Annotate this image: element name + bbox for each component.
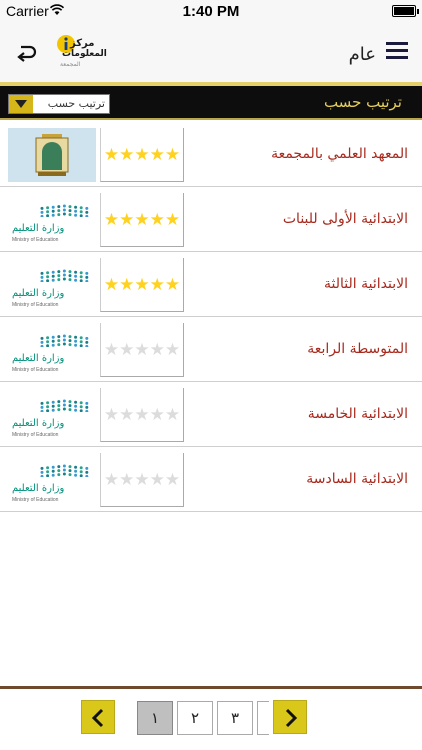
sort-dropdown-value: ترتيب حسب bbox=[47, 97, 105, 110]
school-row[interactable]: وزارة التعليم Ministry of Education ★ ★ ★ ★ ★ ا… bbox=[0, 187, 422, 252]
logo-text-line2: المعلومات bbox=[62, 49, 107, 59]
star-icon: ★ bbox=[134, 469, 150, 490]
page-overflow-edge bbox=[257, 701, 269, 735]
star-icon: ★ bbox=[103, 404, 120, 425]
hamburger-menu-icon[interactable] bbox=[386, 42, 408, 60]
star-icon: ★ bbox=[164, 274, 181, 295]
moe-arabic-text: وزارة التعليم bbox=[12, 223, 65, 234]
school-row[interactable]: وزارة التعليم Ministry of Education ★ ★ ★ ★ ★ ا… bbox=[0, 382, 422, 447]
star-icon: ★ bbox=[119, 144, 135, 165]
previous-page-button[interactable] bbox=[81, 700, 115, 734]
moe-arabic-text: وزارة التعليم bbox=[12, 288, 65, 299]
star-icon: ★ bbox=[119, 469, 135, 490]
star-rating: ★ ★ ★ ★ ★ bbox=[100, 258, 184, 312]
sort-dropdown[interactable]: ترتيب حسب bbox=[8, 94, 110, 114]
school-name: المعهد العلمي بالمجمعة bbox=[271, 146, 408, 162]
star-icon: ★ bbox=[134, 144, 150, 165]
moe-arabic-text: وزارة التعليم bbox=[12, 353, 65, 364]
status-bar: Carrier 1:40 PM bbox=[0, 0, 422, 22]
info-center-logo: مركز المعلومات المجمعة bbox=[56, 34, 107, 80]
ministry-of-education-logo: وزارة التعليم Ministry of Education bbox=[8, 388, 96, 442]
sort-label: ترتيب حسب bbox=[323, 93, 402, 111]
star-icon: ★ bbox=[164, 144, 181, 165]
moe-arabic-text: وزارة التعليم bbox=[12, 483, 65, 494]
nav-title: عام bbox=[348, 44, 376, 65]
school-name: الابتدائية السادسة bbox=[306, 471, 408, 487]
school-name: الابتدائية الثالثة bbox=[324, 276, 408, 292]
imsiu-logo bbox=[8, 128, 96, 182]
back-icon[interactable] bbox=[14, 40, 38, 64]
star-icon: ★ bbox=[103, 339, 120, 360]
star-icon: ★ bbox=[103, 469, 120, 490]
star-icon: ★ bbox=[149, 209, 165, 230]
ministry-of-education-logo: وزارة التعليم Ministry of Education bbox=[8, 453, 96, 507]
chevron-right-icon bbox=[285, 708, 298, 728]
school-name: المتوسطة الرابعة bbox=[307, 341, 408, 357]
star-icon: ★ bbox=[149, 339, 165, 360]
logo-text-line3: المجمعة bbox=[60, 61, 81, 68]
page-1-button[interactable]: ١ bbox=[137, 701, 173, 735]
clock: 1:40 PM bbox=[182, 3, 240, 20]
moe-english-text: Ministry of Education bbox=[12, 432, 59, 438]
school-row[interactable]: ★ ★ ★ ★ ★ المعهد العلمي بالمجمعة bbox=[0, 122, 422, 187]
star-icon: ★ bbox=[149, 469, 165, 490]
moe-english-text: Ministry of Education bbox=[12, 237, 59, 243]
next-page-button[interactable] bbox=[273, 700, 307, 734]
star-rating: ★ ★ ★ ★ ★ bbox=[100, 453, 184, 507]
ministry-of-education-logo: وزارة التعليم Ministry of Education bbox=[8, 323, 96, 377]
star-icon: ★ bbox=[134, 339, 150, 360]
star-icon: ★ bbox=[103, 209, 120, 230]
star-icon: ★ bbox=[149, 274, 165, 295]
star-icon: ★ bbox=[164, 469, 181, 490]
nav-bar: مركز المعلومات المجمعة عام bbox=[0, 22, 422, 82]
school-name: الابتدائية الأولى للبنات bbox=[282, 211, 408, 227]
pager: ١ ٢ ٣ bbox=[0, 697, 422, 737]
star-icon: ★ bbox=[134, 274, 150, 295]
page-2-button[interactable]: ٢ bbox=[177, 701, 213, 735]
star-rating: ★ ★ ★ ★ ★ bbox=[100, 388, 184, 442]
star-rating: ★ ★ ★ ★ ★ bbox=[100, 193, 184, 247]
star-icon: ★ bbox=[149, 404, 165, 425]
star-icon: ★ bbox=[103, 144, 120, 165]
school-row[interactable]: وزارة التعليم Ministry of Education ★ ★ ★ ★ ★ ا… bbox=[0, 447, 422, 512]
chevron-left-icon bbox=[91, 708, 104, 728]
school-row[interactable]: وزارة التعليم Ministry of Education ★ ★ ★ ★ ★ ا… bbox=[0, 252, 422, 317]
ministry-of-education-logo: وزارة التعليم Ministry of Education bbox=[8, 193, 96, 247]
star-icon: ★ bbox=[164, 339, 181, 360]
dropdown-arrow-icon[interactable] bbox=[9, 95, 33, 113]
star-icon: ★ bbox=[119, 274, 135, 295]
star-rating: ★ ★ ★ ★ ★ bbox=[100, 323, 184, 377]
star-icon: ★ bbox=[164, 404, 181, 425]
school-name: الابتدائية الخامسة bbox=[307, 406, 408, 422]
star-icon: ★ bbox=[164, 209, 181, 230]
moe-english-text: Ministry of Education bbox=[12, 367, 59, 373]
star-icon: ★ bbox=[149, 144, 165, 165]
logo-text-line1: مركز bbox=[70, 38, 95, 49]
moe-english-text: Ministry of Education bbox=[12, 302, 59, 308]
star-icon: ★ bbox=[134, 404, 150, 425]
battery-icon bbox=[392, 5, 419, 17]
star-icon: ★ bbox=[119, 209, 135, 230]
star-rating: ★ ★ ★ ★ ★ bbox=[100, 128, 184, 182]
star-icon: ★ bbox=[103, 274, 120, 295]
page-3-button[interactable]: ٣ bbox=[217, 701, 253, 735]
moe-arabic-text: وزارة التعليم bbox=[12, 418, 65, 429]
star-icon: ★ bbox=[134, 209, 150, 230]
school-row[interactable]: وزارة التعليم Ministry of Education ★ ★ ★ ★ ★ ا… bbox=[0, 317, 422, 382]
star-icon: ★ bbox=[119, 404, 135, 425]
star-icon: ★ bbox=[119, 339, 135, 360]
ministry-of-education-logo: وزارة التعليم Ministry of Education bbox=[8, 258, 96, 312]
bottom-divider bbox=[0, 686, 422, 689]
moe-english-text: Ministry of Education bbox=[12, 497, 59, 503]
